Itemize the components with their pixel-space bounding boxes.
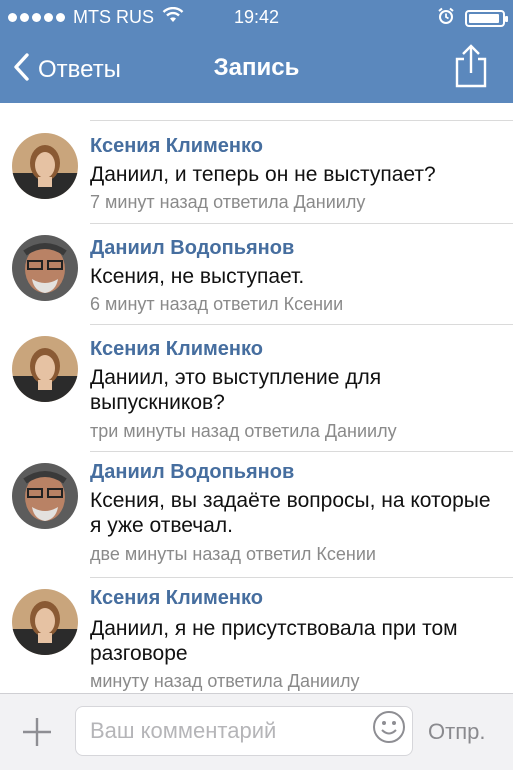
avatar[interactable] <box>12 133 78 199</box>
comment-author[interactable]: Даниил Водопьянов <box>90 237 294 260</box>
attach-button[interactable] <box>18 713 56 751</box>
plus-icon <box>23 718 51 746</box>
comment-list[interactable]: Ксения Клименко Даниил, и теперь он не в… <box>0 103 513 693</box>
header: MTS RUS 19:42 Ответы Запись <box>0 0 513 103</box>
comment-meta: две минуты назад ответил Ксении <box>90 544 376 564</box>
share-button[interactable] <box>451 43 491 89</box>
nav-bar: Ответы Запись <box>0 36 513 103</box>
avatar[interactable] <box>12 235 78 301</box>
avatar[interactable] <box>12 336 78 402</box>
comment-meta: 7 минут назад ответила Даниилу <box>90 192 366 212</box>
divider <box>90 577 513 578</box>
avatar[interactable] <box>12 463 78 529</box>
comment-author[interactable]: Даниил Водопьянов <box>90 461 294 484</box>
comment-text: Ксения, не выступает. <box>90 265 305 288</box>
smiley-icon <box>373 711 405 743</box>
comment-author[interactable]: Ксения Клименко <box>90 587 263 610</box>
comment-text: Даниил, это выступление для выпускников? <box>90 366 382 414</box>
battery-icon <box>465 10 508 27</box>
comment-meta: минуту назад ответила Даниилу <box>90 671 360 691</box>
send-button[interactable]: Отпр. <box>428 719 485 745</box>
comment-meta: три минуты назад ответила Даниилу <box>90 421 397 441</box>
app-root: MTS RUS 19:42 Ответы Запись Ксения Климе… <box>0 0 513 770</box>
status-bar: MTS RUS 19:42 <box>0 0 513 36</box>
emoji-button[interactable] <box>372 710 406 744</box>
comment-input-bar: Отпр. <box>0 693 513 770</box>
comment-input[interactable] <box>75 706 413 756</box>
page-title: Запись <box>213 54 300 81</box>
comment-text: Даниил, и теперь он не выступает? <box>90 163 436 186</box>
comment-author[interactable]: Ксения Клименко <box>90 135 263 158</box>
divider <box>90 324 513 325</box>
alarm-icon <box>437 7 455 30</box>
share-icon <box>455 44 487 88</box>
comment-author[interactable]: Ксения Клименко <box>90 338 263 361</box>
divider <box>90 120 513 121</box>
divider <box>90 223 513 224</box>
comment-text: Даниил, я не присутствовала при том разг… <box>90 617 458 665</box>
comment-meta: 6 минут назад ответил Ксении <box>90 294 344 314</box>
avatar[interactable] <box>12 589 78 655</box>
comment-text: Ксения, вы задаёте вопросы, на которые я… <box>90 489 491 537</box>
divider <box>90 451 513 452</box>
